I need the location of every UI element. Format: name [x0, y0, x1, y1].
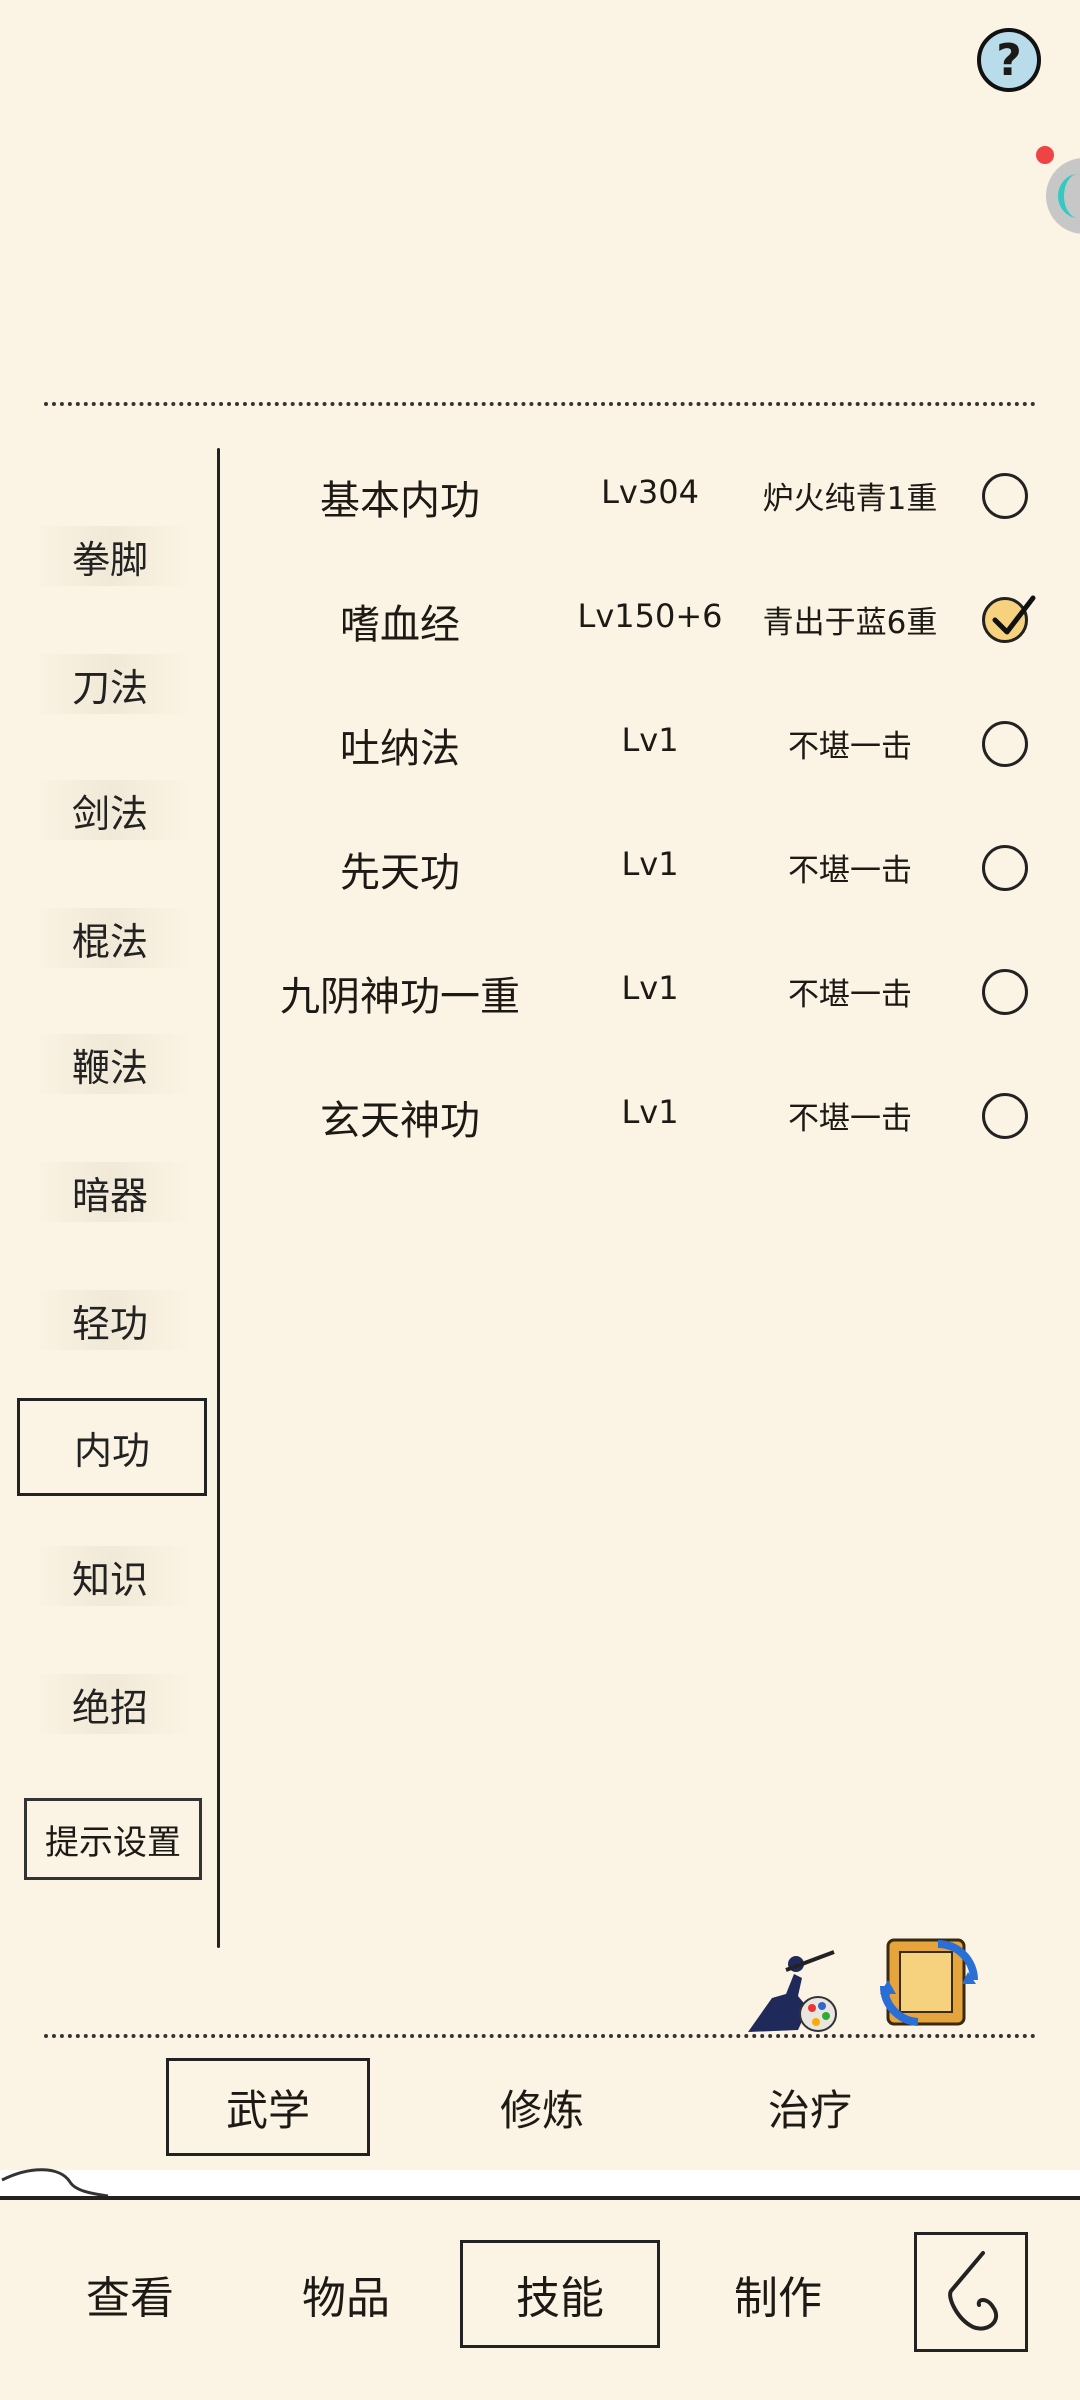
nav-tab-label: 查看: [86, 2273, 174, 2324]
sidebar-item-juezhao[interactable]: 绝招: [28, 1674, 192, 1734]
sidebar-item-label: 知识: [71, 1557, 148, 1602]
dotted-divider-top: [44, 402, 1036, 406]
skill-select-radio[interactable]: [982, 845, 1028, 891]
skill-rank: 青出于蓝6重: [762, 605, 938, 641]
swordsman-skill-icon[interactable]: [742, 1948, 840, 2036]
skill-rank: 不堪一击: [788, 1101, 912, 1137]
nav-tab-skills[interactable]: 技能: [460, 2240, 660, 2348]
nav-tab-label: 技能: [516, 2273, 604, 2324]
tab-label: 武学: [225, 2085, 310, 2135]
sidebar-item-gunfa[interactable]: 棍法: [28, 908, 192, 968]
nav-tab-label: 物品: [302, 2273, 390, 2324]
skill-name: 先天功: [340, 850, 460, 896]
skill-select-radio[interactable]: [982, 1093, 1028, 1139]
skill-name: 吐纳法: [340, 726, 460, 772]
skill-level: Lv1: [621, 969, 679, 1007]
skill-row[interactable]: 先天功 Lv1 不堪一击: [230, 824, 1060, 904]
skill-name: 九阴神功一重: [280, 974, 520, 1020]
skill-row[interactable]: 基本内功 Lv304 炉火纯青1重: [230, 452, 1060, 532]
sidebar-item-label: 内功: [73, 1428, 150, 1473]
skill-row[interactable]: 玄天神功 Lv1 不堪一击: [230, 1072, 1060, 1152]
skill-rank: 不堪一击: [788, 977, 912, 1013]
sidebar-item-qinggong[interactable]: 轻功: [28, 1290, 192, 1350]
skill-rank: 不堪一击: [788, 853, 912, 889]
tab-cultivation[interactable]: 修炼: [440, 2058, 644, 2156]
floating-side-handle[interactable]: [1046, 158, 1080, 234]
decorative-swirl-icon: [1, 2168, 109, 2198]
skill-level: Lv1: [621, 845, 679, 883]
sidebar-item-label: 剑法: [71, 791, 148, 836]
skill-rank: 不堪一击: [788, 729, 912, 765]
sidebar-item-label: 棍法: [71, 919, 148, 964]
skill-row[interactable]: 九阴神功一重 Lv1 不堪一击: [230, 948, 1060, 1028]
nav-tab-view[interactable]: 查看: [30, 2240, 230, 2348]
skill-level: Lv150+6: [577, 597, 723, 635]
sidebar-item-bianfa[interactable]: 鞭法: [28, 1034, 192, 1094]
hint-settings-button[interactable]: 提示设置: [24, 1798, 202, 1880]
sidebar-item-label: 轻功: [71, 1301, 148, 1346]
back-arrow-icon: [948, 2251, 999, 2331]
tab-martial-arts[interactable]: 武学: [166, 2058, 370, 2156]
back-button[interactable]: [914, 2232, 1028, 2352]
sidebar-item-label: 暗器: [71, 1173, 148, 1218]
tab-label: 治疗: [767, 2085, 852, 2135]
sidebar-item-neigong[interactable]: 内功: [17, 1398, 207, 1496]
sidebar-item-label: 拳脚: [71, 537, 148, 582]
skill-name: 嗜血经: [340, 602, 460, 648]
sidebar-item-label: 刀法: [71, 665, 148, 710]
skill-rank: 炉火纯青1重: [762, 481, 938, 517]
notification-dot: [1036, 146, 1054, 164]
checkmark-icon: [992, 595, 1036, 635]
nav-tab-label: 制作: [734, 2273, 822, 2324]
sidebar-item-daofa[interactable]: 刀法: [28, 654, 192, 714]
skill-select-radio[interactable]: [982, 969, 1028, 1015]
skill-select-radio[interactable]: [982, 721, 1028, 767]
question-icon: ?: [996, 34, 1022, 86]
bottom-nav-divider: [0, 2196, 1080, 2200]
sidebar-item-jianfa[interactable]: 剑法: [28, 780, 192, 840]
sidebar-item-anqi[interactable]: 暗器: [28, 1162, 192, 1222]
help-button[interactable]: ?: [977, 28, 1041, 92]
sidebar-item-label: 绝招: [71, 1685, 148, 1730]
nav-tab-craft[interactable]: 制作: [678, 2240, 878, 2348]
sidebar-item-label: 鞭法: [71, 1045, 148, 1090]
hint-settings-label: 提示设置: [45, 1822, 181, 1863]
tab-healing[interactable]: 治疗: [708, 2058, 912, 2156]
skill-level: Lv1: [621, 1093, 679, 1131]
skill-name: 基本内功: [320, 478, 480, 524]
sidebar-item-zhishi[interactable]: 知识: [28, 1546, 192, 1606]
skill-name: 玄天神功: [320, 1098, 480, 1144]
scroll-exchange-icon[interactable]: [878, 1930, 982, 2034]
skill-level: Lv1: [621, 721, 679, 759]
tab-label: 修炼: [499, 2085, 584, 2135]
sidebar-item-quanjiao[interactable]: 拳脚: [28, 526, 192, 586]
nav-tab-items[interactable]: 物品: [246, 2240, 446, 2348]
skill-row[interactable]: 嗜血经 Lv150+6 青出于蓝6重: [230, 576, 1060, 656]
vertical-divider: [217, 448, 220, 1948]
skill-row[interactable]: 吐纳法 Lv1 不堪一击: [230, 700, 1060, 780]
skill-select-radio[interactable]: [982, 595, 1036, 643]
dotted-divider-bottom: [44, 2034, 1036, 2038]
skill-select-radio[interactable]: [982, 473, 1028, 519]
skill-level: Lv304: [601, 473, 699, 511]
